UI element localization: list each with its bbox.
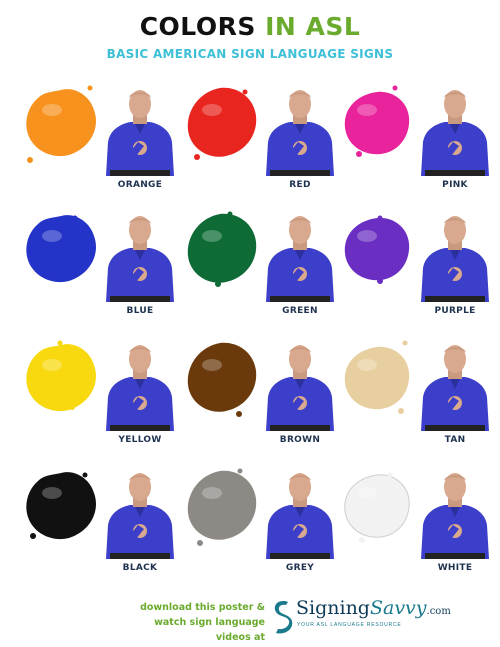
paint-splash-white [344,472,410,543]
page-subtitle: BASIC AMERICAN SIGN LANGUAGE SIGNS [106,47,394,61]
sign-label: WHITE [437,563,473,573]
signer-image [266,473,334,559]
sign-cell-blue: BLUE [18,208,178,348]
sign-label: PINK [442,180,468,190]
paint-splash-black [26,472,96,540]
signer-image [266,345,334,431]
title-in-asl: IN ASL [265,12,361,41]
paint-splash-grey [187,468,257,546]
logo-domain: .com [426,606,451,617]
sign-label: ORANGE [117,180,163,190]
paint-splash-pink [344,85,410,157]
sign-cell-tan: TAN [333,337,493,477]
paint-splash-red [187,87,257,160]
sign-label: GREY [285,563,315,573]
signer-image [266,216,334,302]
signer-image [106,345,174,431]
footer-text: download this poster & watch sign langua… [130,600,265,645]
signer-image [421,473,489,559]
paint-splash-yellow [26,340,96,412]
logo-name-savvy: Savvy [369,597,427,619]
sign-cell-grey: GREY [178,465,338,605]
paint-splash-brown [187,342,257,417]
sign-label: RED [289,180,311,190]
sign-cell-white: WHITE [333,465,493,605]
signer-image [421,345,489,431]
sign-label: GREEN [282,306,318,316]
page-title: COLORS IN ASL [0,12,500,41]
sign-cell-orange: ORANGE [18,82,178,222]
sign-cell-black: BLACK [18,465,178,605]
sign-label: BLACK [122,563,158,573]
sign-cell-purple: PURPLE [333,208,493,348]
paint-splash-orange [26,85,96,163]
paint-splash-green [187,211,257,287]
signing-savvy-logo[interactable]: SigningSavvy.com YOUR ASL LANGUAGE RESOU… [270,597,451,637]
logo-name-signing: Signing [296,597,370,619]
footer-line-1: download this poster & [140,602,265,613]
paint-splash-tan [344,340,410,414]
footer-line-2: watch sign language videos at [154,617,265,643]
logo-hand-icon [274,601,293,634]
title-colors: COLORS [139,12,256,41]
sign-label: TAN [444,435,466,445]
sign-label: YELLOW [118,435,162,445]
paint-splash-blue [26,215,96,283]
sign-cell-pink: PINK [333,82,493,222]
sign-cell-brown: BROWN [178,337,338,477]
signer-image [421,90,489,176]
sign-cell-green: GREEN [178,208,338,348]
sign-cell-yellow: YELLOW [18,337,178,477]
signer-image [421,216,489,302]
signer-image [266,90,334,176]
paint-splash-purple [344,215,410,284]
signer-image [106,473,174,559]
sign-label: BROWN [279,435,321,445]
sign-cell-red: RED [178,82,338,222]
sign-label: BLUE [126,306,154,316]
logo-wordmark: SigningSavvy.com [296,597,451,619]
sign-label: PURPLE [434,306,476,316]
logo-tagline: YOUR ASL LANGUAGE RESOURCE [297,622,402,628]
signer-image [106,90,174,176]
signer-image [106,216,174,302]
